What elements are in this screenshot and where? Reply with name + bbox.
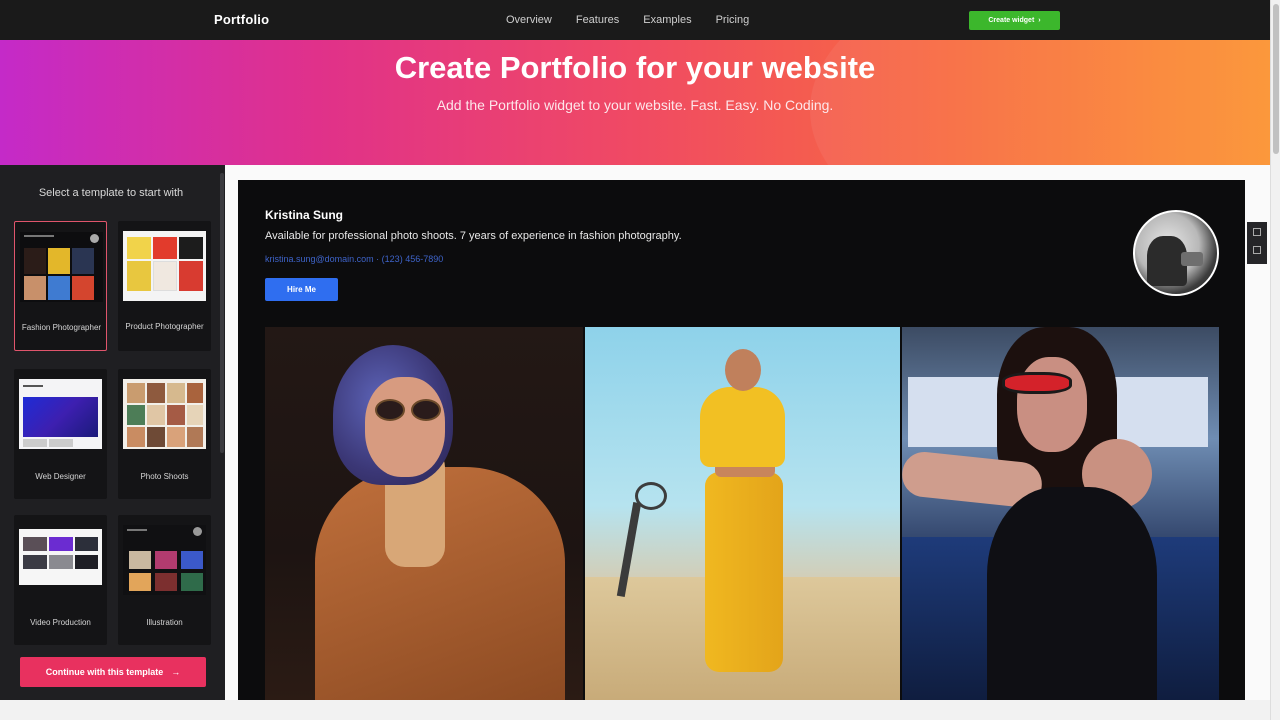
preview-tools[interactable]: [1247, 222, 1267, 264]
hero-subtitle: Add the Portfolio widget to your website…: [436, 97, 834, 113]
portfolio-photo-3[interactable]: [902, 327, 1219, 700]
hire-me-button[interactable]: Hire Me: [265, 278, 338, 301]
continue-label: Continue with this template: [45, 667, 164, 677]
portfolio-preview: Kristina Sung Available for professional…: [238, 180, 1245, 700]
template-label: Web Designer: [35, 472, 86, 481]
template-thumbnail: [19, 529, 102, 585]
nav-link-features[interactable]: Features: [576, 14, 619, 26]
portfolio-photo-1[interactable]: [265, 327, 583, 700]
template-illustration[interactable]: Illustration: [118, 515, 211, 645]
sidebar-scrollbar[interactable]: [220, 173, 224, 453]
profile-name: Kristina Sung: [265, 208, 344, 222]
create-widget-label: Create widget: [988, 17, 1035, 24]
nav-link-pricing[interactable]: Pricing: [716, 14, 750, 26]
template-thumbnail: [123, 231, 206, 301]
template-label: Illustration: [146, 618, 183, 627]
logo[interactable]: Portfolio: [214, 12, 269, 27]
arrow-right-icon: →: [171, 667, 181, 677]
profile-contact[interactable]: kristina.sung@domain.com · (123) 456-789…: [265, 254, 443, 264]
chevron-right-icon: ›: [1038, 17, 1041, 24]
template-label: Video Production: [30, 618, 91, 627]
continue-with-template-button[interactable]: Continue with this template →: [20, 657, 206, 687]
template-thumbnail: [123, 379, 206, 449]
portfolio-photo-2[interactable]: [585, 327, 900, 700]
top-nav: Portfolio Overview Features Examples Pri…: [0, 0, 1270, 40]
template-label: Product Photographer: [125, 322, 204, 331]
hero-banner: Create Portfolio for your website Add th…: [0, 40, 1270, 165]
nav-links: Overview Features Examples Pricing: [506, 14, 773, 26]
template-sidebar: Select a template to start with Fashion …: [0, 165, 225, 700]
nav-link-overview[interactable]: Overview: [506, 14, 552, 26]
template-product-photographer[interactable]: Product Photographer: [118, 221, 211, 351]
template-thumbnail: [19, 379, 102, 449]
hero-title: Create Portfolio for your website: [394, 50, 876, 85]
template-fashion-photographer[interactable]: Fashion Photographer: [14, 221, 107, 351]
template-web-designer[interactable]: Web Designer: [14, 369, 107, 499]
avatar: [1133, 210, 1219, 296]
scrollbar-thumb[interactable]: [1273, 4, 1279, 154]
template-label: Fashion Photographer: [21, 323, 102, 332]
template-thumbnail: [20, 232, 103, 302]
create-widget-button[interactable]: Create widget ›: [969, 11, 1060, 30]
sidebar-title: Select a template to start with: [38, 187, 184, 199]
nav-link-examples[interactable]: Examples: [643, 14, 691, 26]
page-scrollbar[interactable]: [1270, 0, 1280, 720]
template-photo-shoots[interactable]: Photo Shoots: [118, 369, 211, 499]
template-label: Photo Shoots: [140, 472, 189, 481]
template-thumbnail: [123, 525, 206, 595]
profile-description: Available for professional photo shoots.…: [265, 230, 682, 242]
device-icon[interactable]: [1253, 228, 1261, 236]
settings-icon[interactable]: [1253, 246, 1261, 254]
template-video-production[interactable]: Video Production: [14, 515, 107, 645]
